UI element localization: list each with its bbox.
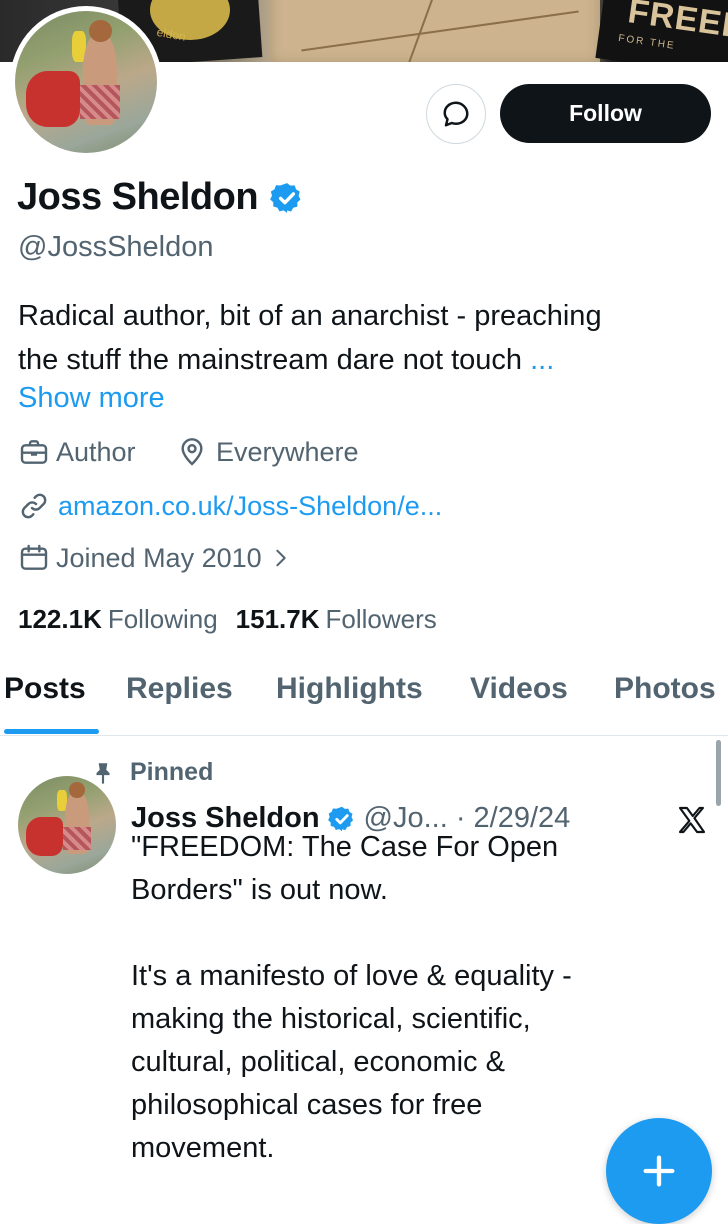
tweet-author-avatar[interactable] bbox=[18, 776, 116, 874]
briefcase-icon bbox=[20, 440, 48, 464]
bio-line: the stuff the mainstream dare not touch … bbox=[18, 344, 555, 376]
avatar-image bbox=[15, 11, 157, 153]
banner-book-right: FREED FOR THE bbox=[595, 0, 728, 62]
calendar-icon bbox=[20, 544, 48, 570]
tabs-divider bbox=[0, 735, 728, 736]
tab-videos[interactable]: Videos bbox=[470, 672, 568, 706]
verified-badge-icon[interactable] bbox=[270, 181, 304, 215]
scrollbar[interactable] bbox=[716, 740, 721, 806]
profile-profession: Author bbox=[18, 436, 136, 468]
link-icon bbox=[21, 493, 47, 519]
profile-joined[interactable]: Joined May 2010 bbox=[18, 542, 292, 574]
profile-avatar[interactable] bbox=[10, 6, 162, 158]
profile-location: Everywhere bbox=[176, 436, 359, 468]
tweet-text: "FREEDOM: The Case For Open Borders" is … bbox=[131, 831, 572, 1164]
message-bubble-icon bbox=[443, 101, 469, 127]
profile-website[interactable]: amazon.co.uk/Joss-Sheldon/e... bbox=[18, 490, 442, 522]
plus-icon bbox=[643, 1155, 675, 1187]
tab-replies[interactable]: Replies bbox=[126, 672, 233, 706]
follow-counts: 122.1K Following 151.7K Followers bbox=[18, 604, 437, 635]
following-count-link[interactable]: 122.1K Following bbox=[18, 604, 218, 635]
followers-count-link[interactable]: 151.7K Followers bbox=[236, 604, 437, 635]
active-tab-indicator bbox=[4, 729, 99, 734]
profile-bio: Radical author, bit of an anarchist - pr… bbox=[18, 294, 718, 382]
chevron-right-icon bbox=[275, 549, 286, 567]
display-name-row: Joss Sheldon bbox=[17, 176, 304, 219]
location-pin-icon bbox=[181, 438, 203, 466]
message-button[interactable] bbox=[426, 84, 486, 144]
follow-button[interactable]: Follow bbox=[500, 84, 711, 143]
avatar-image bbox=[18, 776, 116, 874]
bio-line: Radical author, bit of an anarchist - pr… bbox=[18, 300, 602, 332]
profile-handle: @JossSheldon bbox=[18, 231, 214, 263]
profile-tabs: Posts Replies Highlights Videos Photos bbox=[0, 672, 728, 734]
website-link[interactable]: amazon.co.uk/Joss-Sheldon/e... bbox=[58, 491, 442, 522]
show-more-link[interactable]: Show more bbox=[18, 382, 165, 415]
display-name: Joss Sheldon bbox=[17, 176, 259, 218]
tab-highlights[interactable]: Highlights bbox=[276, 672, 423, 706]
compose-post-button[interactable] bbox=[606, 1118, 712, 1224]
bio-ellipsis: ... bbox=[530, 344, 555, 376]
tab-posts[interactable]: Posts bbox=[4, 672, 86, 706]
tab-photos[interactable]: Photos bbox=[614, 672, 716, 706]
